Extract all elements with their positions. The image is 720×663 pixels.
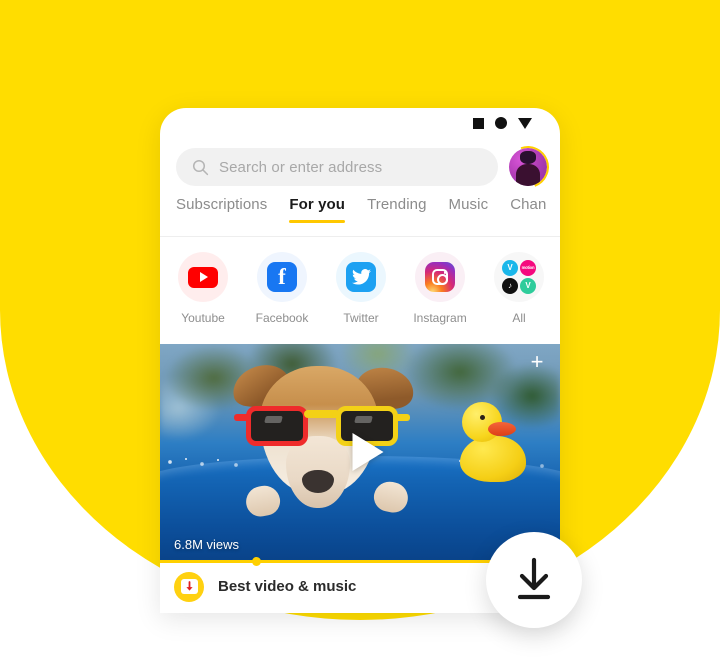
status-bar <box>160 108 560 138</box>
download-badge-icon <box>174 571 204 602</box>
tab-subscriptions[interactable]: Subscriptions <box>176 196 267 223</box>
circle-icon <box>495 117 507 129</box>
play-icon[interactable] <box>352 433 384 471</box>
progress-dot[interactable] <box>252 557 261 566</box>
shortcut-label-facebook: Facebook <box>255 311 309 325</box>
progress-ring <box>500 139 556 195</box>
search-input[interactable]: Search or enter address <box>176 148 498 186</box>
shortcut-label-instagram: Instagram <box>413 311 467 325</box>
dailymotion-icon: motion <box>520 260 536 276</box>
rubber-duck <box>458 402 528 482</box>
shortcut-label-youtube: Youtube <box>181 311 225 325</box>
tab-for-you[interactable]: For you <box>289 196 345 223</box>
shortcut-label-twitter: Twitter <box>343 311 379 325</box>
shortcut-row: Youtube f Facebook Twitter Instagram V m… <box>160 240 560 344</box>
download-fab-button[interactable] <box>486 532 582 628</box>
video-thumbnail-card[interactable]: + 6.8M views <box>160 344 560 560</box>
plus-icon[interactable]: + <box>526 351 548 374</box>
instagram-icon <box>415 252 465 302</box>
shortcut-youtube[interactable]: Youtube <box>178 252 228 325</box>
tab-trending[interactable]: Trending <box>367 196 426 223</box>
search-row: Search or enter address <box>160 139 560 195</box>
youtube-icon <box>178 252 228 302</box>
tab-channels[interactable]: Chan <box>510 196 546 223</box>
tab-bar: Subscriptions For you Trending Music Cha… <box>160 196 560 236</box>
square-icon <box>473 117 484 129</box>
shortcut-all[interactable]: V motion ♪ V All <box>494 252 544 325</box>
screenshot-root: Search or enter address Subscriptions Fo… <box>0 0 720 663</box>
all-apps-icon: V motion ♪ V <box>494 252 544 302</box>
shortcut-label-all: All <box>512 311 526 325</box>
vine-icon: V <box>520 278 536 294</box>
tab-music[interactable]: Music <box>449 196 489 223</box>
search-placeholder: Search or enter address <box>219 158 383 176</box>
tab-divider <box>160 236 560 237</box>
view-count: 6.8M views <box>174 537 240 552</box>
shortcut-twitter[interactable]: Twitter <box>336 252 386 325</box>
phone-app-card: Search or enter address Subscriptions Fo… <box>160 108 560 613</box>
shortcut-facebook[interactable]: f Facebook <box>255 252 309 325</box>
tiktok-icon: ♪ <box>502 278 518 294</box>
shortcut-instagram[interactable]: Instagram <box>413 252 467 325</box>
vimeo-icon: V <box>502 260 518 276</box>
download-icon <box>517 557 551 600</box>
twitter-icon <box>336 252 386 302</box>
dog-paw-left <box>243 483 283 519</box>
search-icon <box>192 159 209 175</box>
dog-illustration <box>227 358 418 538</box>
download-title: Best video & music <box>218 578 357 595</box>
avatar[interactable] <box>500 139 556 195</box>
facebook-icon: f <box>257 252 307 302</box>
triangle-down-icon <box>518 117 532 129</box>
dog-paw-right <box>371 478 411 516</box>
